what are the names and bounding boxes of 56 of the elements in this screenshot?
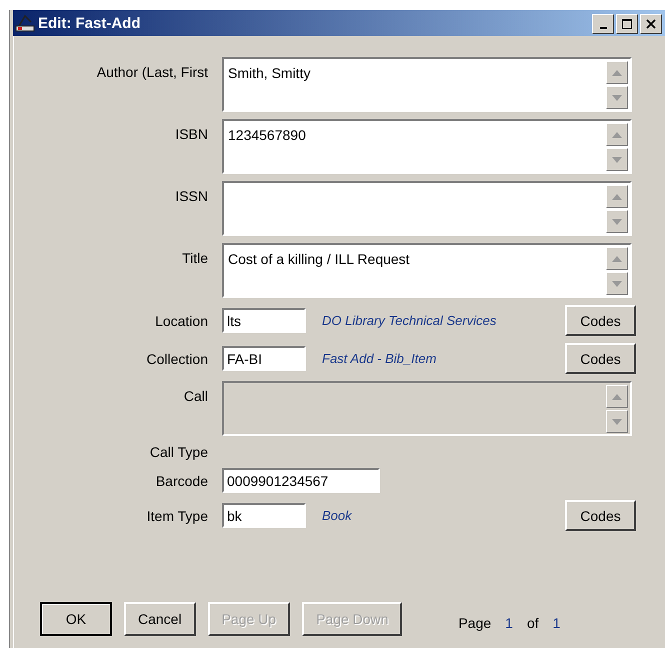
scroll-down-button[interactable]: [606, 210, 628, 233]
text-area[interactable]: [222, 181, 632, 236]
scroll-up-button[interactable]: [606, 61, 628, 84]
scale-icon: [15, 14, 35, 32]
codes-button[interactable]: Codes: [565, 305, 636, 336]
close-icon: [646, 19, 656, 29]
codes-button[interactable]: Codes: [565, 343, 636, 374]
scroll-down-button[interactable]: [606, 86, 628, 109]
down-arrow-icon: [612, 94, 622, 100]
input-field[interactable]: 0009901234567: [222, 468, 380, 493]
minimize-icon: [600, 26, 606, 28]
field-label: Call Type: [148, 444, 208, 460]
down-arrow-icon: [612, 280, 622, 286]
field-label: ISSN: [174, 187, 208, 204]
dialog-button[interactable]: Cancel: [124, 602, 196, 636]
maximize-button[interactable]: [616, 14, 638, 34]
field-label: Author (Last, First: [96, 63, 208, 80]
scroll-up-button[interactable]: [606, 185, 628, 208]
input-field[interactable]: lts: [222, 308, 306, 333]
up-arrow-icon: [612, 194, 622, 200]
field-label: Barcode: [154, 472, 208, 488]
page-label: Page: [458, 615, 492, 631]
up-arrow-icon: [612, 256, 622, 262]
down-arrow-icon: [612, 218, 622, 224]
text-area[interactable]: Cost of a killing / ILL Request: [222, 243, 632, 298]
scroll-up-button[interactable]: [606, 123, 628, 146]
close-button[interactable]: [640, 14, 662, 34]
up-arrow-icon: [612, 70, 622, 76]
page-number: 1: [505, 615, 513, 631]
window-title: Edit: Fast-Add: [38, 14, 140, 32]
minimize-button[interactable]: [592, 14, 614, 34]
dialog-button[interactable]: OK: [40, 602, 112, 636]
text-area[interactable]: Smith, Smitty: [222, 57, 632, 112]
page-total: 1: [552, 615, 560, 631]
description-text: Book: [322, 508, 352, 523]
up-arrow-icon: [612, 132, 622, 138]
down-arrow-icon: [612, 156, 622, 162]
maximize-icon: [622, 19, 632, 29]
scroll-down-button[interactable]: [606, 148, 628, 171]
input-field[interactable]: FA-BI: [222, 346, 306, 371]
text-area[interactable]: 1234567890: [222, 119, 632, 174]
scroll-down-button[interactable]: [606, 272, 628, 295]
field-label: Call: [182, 387, 208, 404]
description-text: Fast Add - Bib_Item: [322, 351, 436, 366]
field-label: Title: [181, 249, 208, 266]
scroll-up-button[interactable]: [606, 247, 628, 270]
up-arrow-icon: [612, 394, 622, 400]
field-label: Item Type: [146, 508, 208, 524]
codes-button[interactable]: Codes: [565, 500, 636, 531]
input-field[interactable]: bk: [222, 503, 306, 528]
field-label: Location: [154, 312, 208, 328]
description-text: DO Library Technical Services: [322, 313, 496, 328]
of-label: of: [526, 615, 539, 631]
field-label: Collection: [146, 350, 208, 366]
down-arrow-icon: [612, 418, 622, 424]
field-label: ISBN: [174, 125, 208, 142]
